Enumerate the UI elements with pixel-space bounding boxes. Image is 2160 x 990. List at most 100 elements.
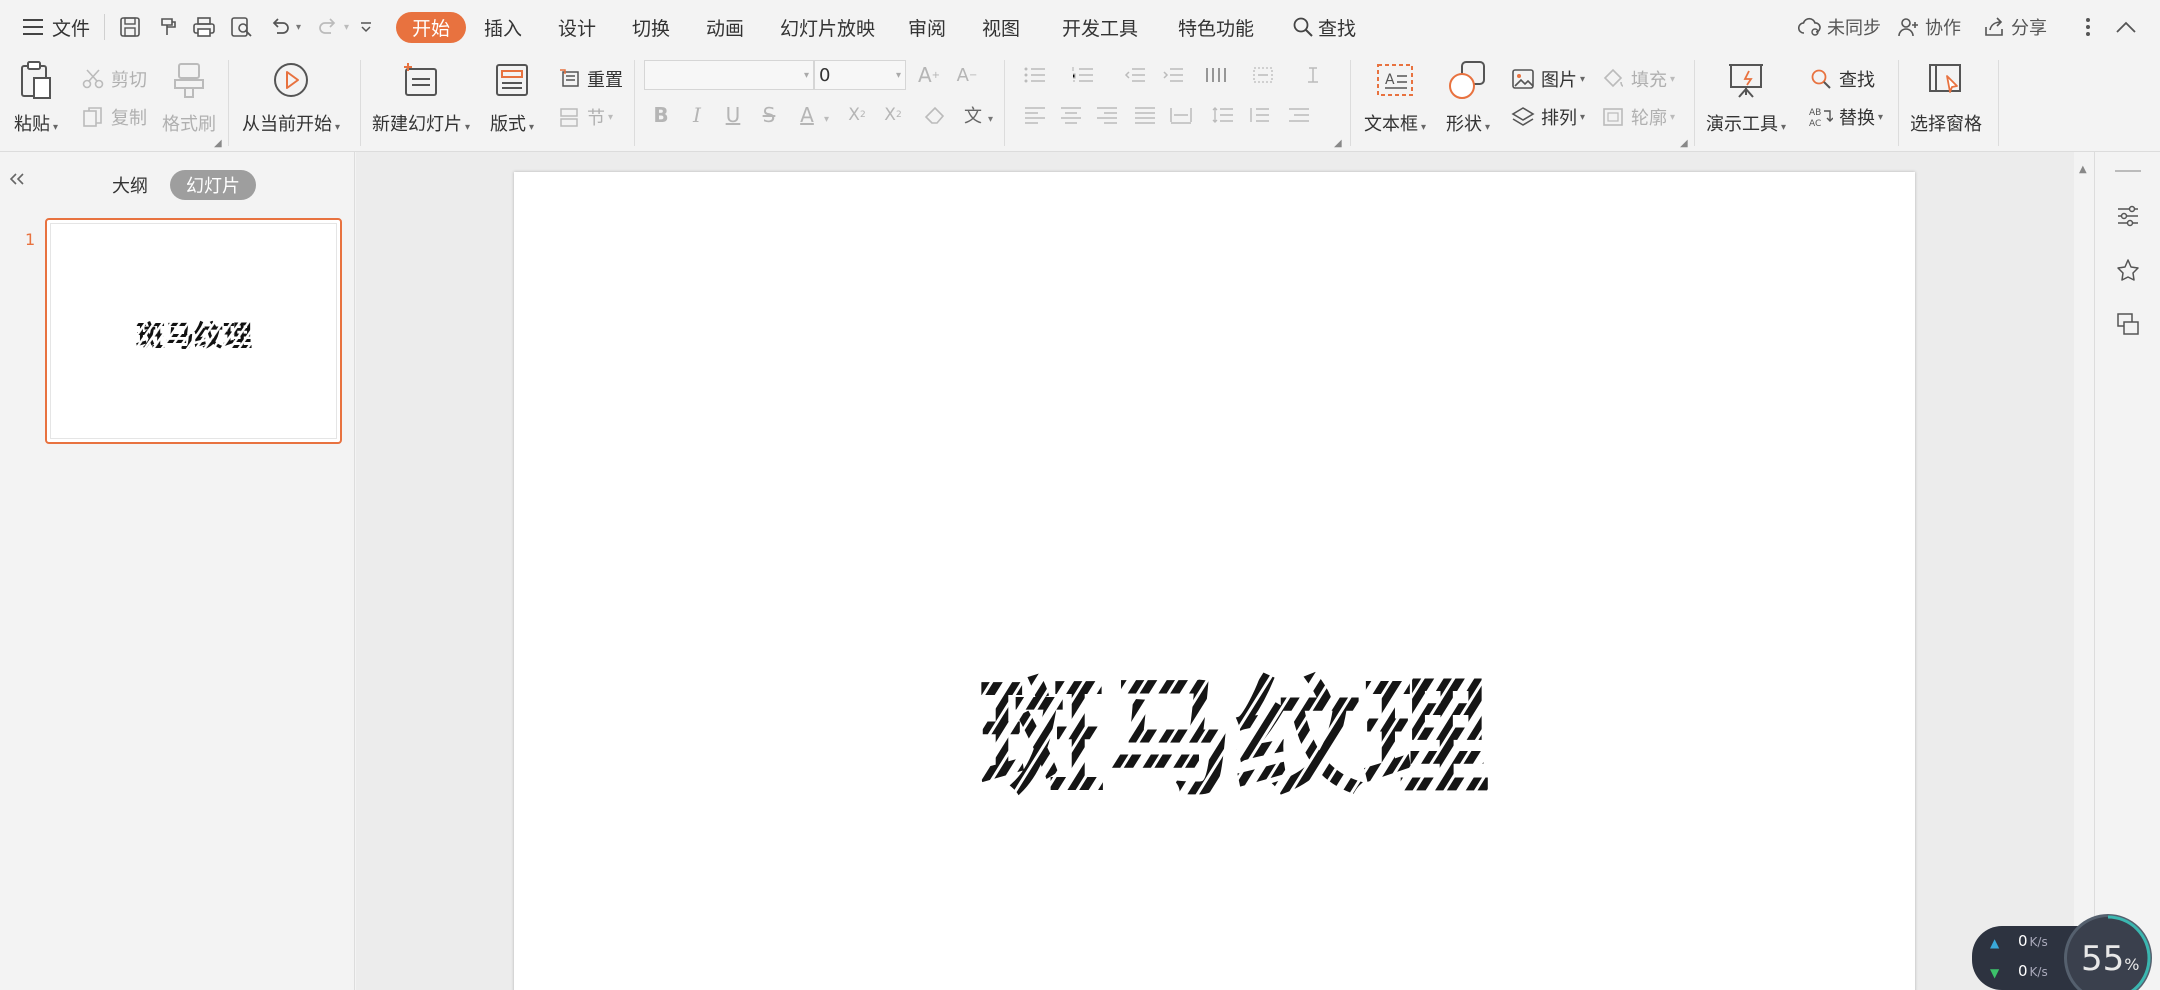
shapes-icon bbox=[1446, 58, 1490, 102]
customize-toolbar-icon[interactable] bbox=[352, 13, 380, 41]
slide-thumbnail[interactable]: 斑马纹理 bbox=[45, 218, 342, 444]
copy-icon bbox=[80, 104, 106, 130]
new-slide-button[interactable]: 新建幻灯片 ▾ bbox=[372, 58, 470, 136]
arrange-button[interactable]: 排列 ▾ bbox=[1510, 102, 1585, 132]
columns-icon[interactable] bbox=[1200, 60, 1230, 90]
font-color-icon[interactable]: A bbox=[792, 100, 822, 130]
undo-dropdown-icon[interactable]: ▾ bbox=[296, 0, 301, 54]
share-button[interactable]: 分享 bbox=[1984, 0, 2047, 54]
slide-title[interactable]: 斑马纹理 bbox=[954, 662, 1514, 812]
svg-text:AB: AB bbox=[1809, 108, 1821, 118]
outline-button[interactable]: 轮廓 ▾ bbox=[1600, 102, 1675, 132]
bullet-list-icon[interactable] bbox=[1020, 60, 1050, 90]
tab-insert[interactable]: 插入 bbox=[484, 0, 522, 54]
paragraph-spacing-icon[interactable] bbox=[1244, 100, 1274, 130]
presentation-tools-button[interactable]: 演示工具 ▾ bbox=[1706, 58, 1786, 136]
paste-button[interactable]: 粘贴 ▾ bbox=[14, 58, 58, 136]
file-menu[interactable]: 文件 bbox=[22, 0, 90, 54]
layout-button[interactable]: 版式 ▾ bbox=[490, 58, 534, 136]
selection-list-icon[interactable] bbox=[2114, 310, 2142, 338]
fill-bucket-icon bbox=[1600, 66, 1626, 92]
outline-icon bbox=[1600, 104, 1626, 130]
subscript-icon[interactable]: X2 bbox=[878, 100, 908, 130]
tab-transitions[interactable]: 切换 bbox=[632, 0, 670, 54]
print-preview-icon[interactable] bbox=[228, 13, 256, 41]
find-button[interactable]: 查找 bbox=[1808, 64, 1875, 94]
increase-font-icon[interactable]: A + bbox=[914, 60, 944, 90]
phonetic-guide-icon[interactable]: 文 bbox=[958, 100, 988, 130]
picture-button[interactable]: 图片 ▾ bbox=[1510, 64, 1585, 94]
tab-developer[interactable]: 开发工具 bbox=[1062, 0, 1138, 54]
save-icon[interactable] bbox=[116, 13, 144, 41]
tab-review[interactable]: 审阅 bbox=[908, 0, 946, 54]
tab-slides[interactable]: 幻灯片 bbox=[170, 170, 256, 200]
bold-icon[interactable]: B bbox=[646, 100, 676, 130]
text-direction-icon[interactable] bbox=[1248, 60, 1278, 90]
paragraph-settings-icon[interactable] bbox=[1284, 100, 1314, 130]
collapse-ribbon-icon[interactable] bbox=[2112, 13, 2140, 41]
sync-status[interactable]: 未同步 bbox=[1798, 0, 1881, 54]
increase-indent-icon[interactable] bbox=[1158, 60, 1188, 90]
collapse-panel-icon[interactable] bbox=[8, 172, 26, 186]
selection-pane-button[interactable]: 选择窗格 bbox=[1910, 58, 1982, 136]
align-left-icon[interactable] bbox=[1020, 100, 1050, 130]
slide-canvas[interactable]: 斑马纹理 bbox=[514, 172, 1915, 990]
strikethrough-icon[interactable]: S bbox=[754, 100, 784, 130]
sidebar-handle[interactable] bbox=[2115, 170, 2141, 172]
decrease-indent-icon[interactable] bbox=[1120, 60, 1150, 90]
cut-button[interactable]: 剪切 bbox=[80, 64, 147, 94]
divider bbox=[228, 60, 229, 146]
tab-outline[interactable]: 大纲 bbox=[112, 170, 148, 200]
tab-design[interactable]: 设计 bbox=[558, 0, 596, 54]
reset-button[interactable]: 重置 bbox=[556, 64, 623, 94]
tab-slideshow[interactable]: 幻灯片放映 bbox=[780, 0, 875, 54]
font-size-combobox[interactable]: 0 ▾ bbox=[814, 60, 906, 90]
format-painter-quick-icon[interactable] bbox=[154, 13, 182, 41]
clear-format-icon[interactable] bbox=[920, 100, 950, 130]
cloud-icon bbox=[1798, 17, 1822, 37]
more-options-icon[interactable] bbox=[2074, 13, 2102, 41]
tab-special-features[interactable]: 特色功能 bbox=[1178, 0, 1254, 54]
paragraph-launcher-icon[interactable]: ◢ bbox=[1334, 138, 1342, 149]
animation-star-icon[interactable] bbox=[2114, 256, 2142, 284]
tab-home[interactable]: 开始 bbox=[396, 12, 467, 43]
redo-dropdown-icon[interactable]: ▾ bbox=[344, 0, 349, 54]
format-painter-button[interactable]: 格式刷 bbox=[162, 58, 216, 136]
align-right-icon[interactable] bbox=[1092, 100, 1122, 130]
drawing-launcher-icon[interactable]: ◢ bbox=[1680, 138, 1688, 149]
underline-icon[interactable]: U bbox=[718, 100, 748, 130]
line-spacing-icon[interactable] bbox=[1208, 100, 1238, 130]
scroll-up-icon[interactable]: ▲ bbox=[2079, 164, 2087, 175]
align-center-icon[interactable] bbox=[1056, 100, 1086, 130]
memory-usage-gauge[interactable]: 55% bbox=[2064, 914, 2152, 990]
play-from-current-button[interactable]: 从当前开始 ▾ bbox=[242, 58, 340, 136]
search-command[interactable]: 查找 bbox=[1292, 0, 1356, 54]
numbered-list-icon[interactable] bbox=[1068, 60, 1098, 90]
clipboard-launcher-icon[interactable]: ◢ bbox=[214, 138, 222, 149]
properties-icon[interactable] bbox=[2114, 202, 2142, 230]
justify-icon[interactable] bbox=[1130, 100, 1160, 130]
search-icon bbox=[1292, 16, 1314, 38]
superscript-icon[interactable]: X2 bbox=[842, 100, 872, 130]
font-color-dropdown-icon[interactable]: ▾ bbox=[824, 114, 829, 125]
redo-icon[interactable] bbox=[314, 13, 342, 41]
textbox-button[interactable]: A 文本框 ▾ bbox=[1364, 58, 1426, 136]
shape-button[interactable]: 形状 ▾ bbox=[1446, 58, 1490, 136]
undo-icon[interactable] bbox=[266, 13, 294, 41]
phonetic-dropdown-icon[interactable]: ▾ bbox=[988, 114, 993, 125]
fill-button[interactable]: 填充 ▾ bbox=[1600, 64, 1675, 94]
print-icon[interactable] bbox=[190, 13, 218, 41]
section-button[interactable]: 节 ▾ bbox=[556, 102, 613, 132]
tab-view[interactable]: 视图 bbox=[982, 0, 1020, 54]
font-name-combobox[interactable]: ▾ bbox=[644, 60, 814, 90]
italic-icon[interactable]: I bbox=[682, 100, 712, 130]
vertical-scrollbar[interactable]: ▲ bbox=[2074, 152, 2094, 990]
tab-animations[interactable]: 动画 bbox=[706, 0, 744, 54]
collaborate-button[interactable]: 协作 bbox=[1898, 0, 1961, 54]
decrease-font-icon[interactable]: A − bbox=[952, 60, 982, 90]
replace-button[interactable]: AB AC 替换 ▾ bbox=[1808, 102, 1883, 132]
image-icon bbox=[1510, 66, 1536, 92]
distribute-icon[interactable] bbox=[1166, 100, 1196, 130]
copy-button[interactable]: 复制 bbox=[80, 102, 147, 132]
text-align-icon[interactable] bbox=[1298, 60, 1328, 90]
